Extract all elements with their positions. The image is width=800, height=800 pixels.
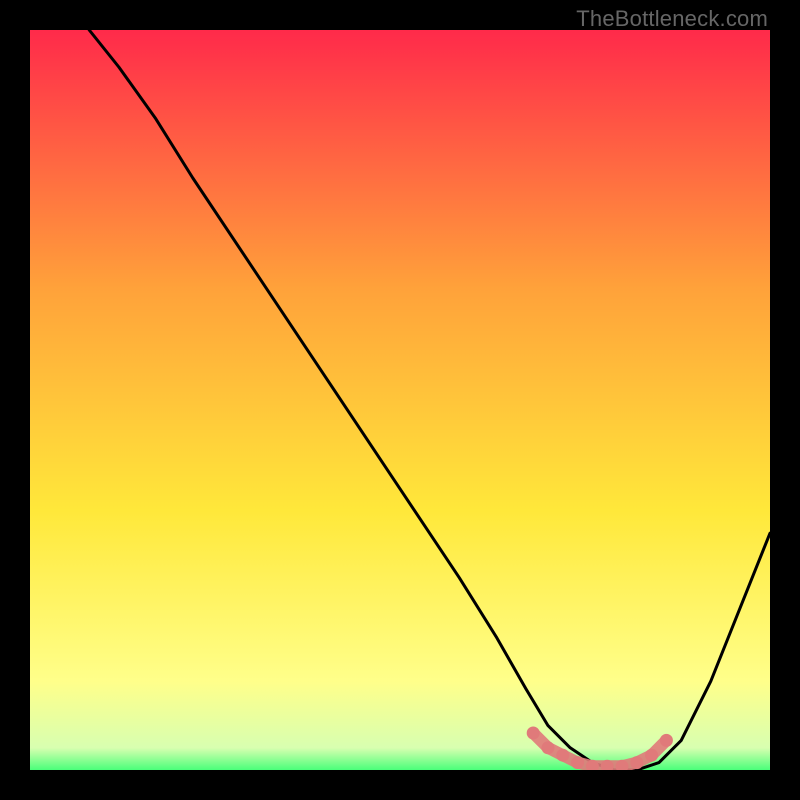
chart-canvas <box>30 30 770 770</box>
chart-frame: TheBottleneck.com <box>0 0 800 800</box>
optimal-band-dot <box>527 727 540 740</box>
optimal-band-dot <box>542 741 555 754</box>
plot-area <box>30 30 770 770</box>
optimal-band-dot <box>630 756 643 769</box>
optimal-band-dot <box>645 749 658 762</box>
gradient-background <box>30 30 770 770</box>
optimal-band-dot <box>571 756 584 769</box>
watermark-text: TheBottleneck.com <box>576 6 768 32</box>
optimal-band-dot <box>556 749 569 762</box>
optimal-band-dot <box>660 734 673 747</box>
